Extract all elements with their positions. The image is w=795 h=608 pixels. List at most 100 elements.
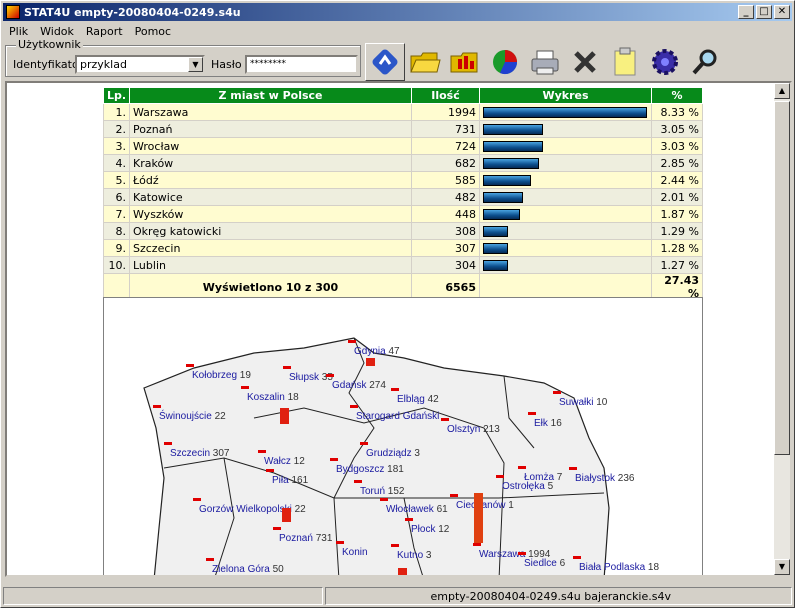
- table-row[interactable]: 7. Wyszków 448 1.87 %: [103, 205, 703, 223]
- settings-button[interactable]: [645, 43, 685, 81]
- map-city-label[interactable]: Biała Podlaska 18: [579, 562, 659, 573]
- map-marker[interactable]: [569, 467, 577, 470]
- id-combobox[interactable]: przyklad ▼: [75, 55, 205, 74]
- map-city-label[interactable]: Konin: [342, 547, 368, 558]
- map-city-label[interactable]: Poznań 731: [279, 533, 333, 544]
- print-button[interactable]: [525, 43, 565, 81]
- map-marker[interactable]: [266, 469, 274, 472]
- scroll-up-button[interactable]: ▲: [774, 83, 790, 99]
- map-marker[interactable]: [518, 466, 526, 469]
- menu-raport[interactable]: Raport: [80, 23, 129, 41]
- vertical-scrollbar[interactable]: ▲ ▼: [774, 83, 790, 575]
- header-percent[interactable]: %: [651, 87, 703, 104]
- chevron-down-icon[interactable]: ▼: [188, 57, 203, 72]
- map-marker[interactable]: [391, 544, 399, 547]
- report-view[interactable]: Lp. Z miast w Polsce Ilość Wykres % 1. Wa…: [5, 81, 792, 577]
- map-marker[interactable]: [206, 558, 214, 561]
- map-city-label[interactable]: Piła 161: [272, 475, 309, 486]
- map-city-label[interactable]: Suwałki 10: [559, 397, 608, 408]
- map-marker[interactable]: [283, 366, 291, 369]
- map-marker[interactable]: [336, 541, 344, 544]
- map-city-label[interactable]: Płock 12: [411, 524, 450, 535]
- map-city-label[interactable]: Białystok 236: [575, 473, 635, 484]
- table-row[interactable]: 8. Okręg katowicki 308 1.29 %: [103, 222, 703, 240]
- map-city-label[interactable]: Słupsk 35: [289, 372, 333, 383]
- maximize-button[interactable]: □: [756, 5, 772, 19]
- map-city-label[interactable]: Gdynia 47: [354, 346, 400, 357]
- map-marker[interactable]: [391, 388, 399, 391]
- search-button[interactable]: [685, 43, 725, 81]
- map-city-label[interactable]: Siedlce 6: [524, 558, 566, 569]
- map-city-label[interactable]: Włocławek 61: [386, 504, 448, 515]
- table-row[interactable]: 3. Wrocław 724 3.03 %: [103, 137, 703, 155]
- poland-map[interactable]: Gdynia 47 Kołobrzeg 19 Słupsk 35 Gdańsk 274…: [103, 297, 703, 575]
- open-button[interactable]: [405, 43, 445, 81]
- map-marker[interactable]: [164, 442, 172, 445]
- map-marker[interactable]: [350, 405, 358, 408]
- map-marker[interactable]: [186, 364, 194, 367]
- map-city-label[interactable]: Ostrołęka 5: [502, 481, 554, 492]
- password-field[interactable]: ********: [245, 55, 358, 74]
- header-lp[interactable]: Lp.: [103, 87, 130, 104]
- map-marker[interactable]: [354, 480, 362, 483]
- map-city-label[interactable]: Ełk 16: [534, 418, 562, 429]
- map-marker[interactable]: [553, 391, 561, 394]
- map-marker[interactable]: [496, 475, 504, 478]
- map-city-label[interactable]: Szczecin 307: [170, 448, 230, 459]
- table-row[interactable]: 6. Katowice 482 2.01 %: [103, 188, 703, 206]
- scroll-down-button[interactable]: ▼: [774, 559, 790, 575]
- menu-pomoc[interactable]: Pomoc: [129, 23, 177, 41]
- map-city-label[interactable]: Koszalin 18: [247, 392, 299, 403]
- map-marker[interactable]: [380, 498, 388, 501]
- map-marker[interactable]: [518, 552, 526, 555]
- map-city-label[interactable]: Grudziądz 3: [366, 448, 420, 459]
- scroll-thumb[interactable]: [774, 101, 790, 455]
- table-row[interactable]: 1. Warszawa 1994 8.33 %: [103, 103, 703, 121]
- open-report-button[interactable]: [445, 43, 485, 81]
- map-marker[interactable]: [573, 556, 581, 559]
- map-city-label[interactable]: Świnoujście 22: [159, 409, 226, 422]
- map-marker[interactable]: [241, 386, 249, 389]
- refresh-button[interactable]: [365, 43, 405, 81]
- map-marker[interactable]: [473, 543, 481, 546]
- map-marker[interactable]: [360, 442, 368, 445]
- map-city-label[interactable]: Olsztyn 213: [447, 424, 500, 435]
- map-marker[interactable]: [153, 405, 161, 408]
- map-city-label[interactable]: Starogard Gdański: [356, 411, 439, 422]
- map-marker[interactable]: [258, 450, 266, 453]
- table-row[interactable]: 9. Szczecin 307 1.28 %: [103, 239, 703, 257]
- minimize-button[interactable]: _: [738, 5, 754, 19]
- map-city-label[interactable]: Bydgoszcz 181: [336, 464, 404, 475]
- map-marker[interactable]: [405, 518, 413, 521]
- header-chart[interactable]: Wykres: [479, 87, 652, 104]
- map-city-label[interactable]: Wałcz 12: [264, 456, 305, 467]
- close-button[interactable]: ✕: [774, 5, 790, 19]
- map-marker[interactable]: [441, 418, 449, 421]
- table-row[interactable]: 4. Kraków 682 2.85 %: [103, 154, 703, 172]
- title-bar[interactable]: STAT4U empty-20080404-0249.s4u _ □ ✕: [3, 3, 792, 21]
- table-row[interactable]: 10. Lublin 304 1.27 %: [103, 256, 703, 274]
- map-city-label[interactable]: Kołobrzeg 19: [192, 370, 251, 381]
- header-count[interactable]: Ilość: [411, 87, 480, 104]
- map-city-label[interactable]: Zielona Góra 50: [212, 564, 284, 575]
- map-marker[interactable]: [348, 340, 356, 343]
- map-value-column: [282, 508, 291, 522]
- map-marker[interactable]: [273, 527, 281, 530]
- map-city-label[interactable]: Gdańsk 274: [332, 380, 386, 391]
- map-city-label[interactable]: Kutno 3: [397, 550, 432, 561]
- chart-button[interactable]: [485, 43, 525, 81]
- header-city[interactable]: Z miast w Polsce: [129, 87, 412, 104]
- map-marker[interactable]: [193, 498, 201, 501]
- horizontal-scrollbar[interactable]: [3, 577, 792, 585]
- table-row[interactable]: 2. Poznań 731 3.05 %: [103, 120, 703, 138]
- map-marker[interactable]: [326, 374, 334, 377]
- table-row[interactable]: 5. Łódź 585 2.44 %: [103, 171, 703, 189]
- map-marker[interactable]: [330, 458, 338, 461]
- map-marker[interactable]: [450, 494, 458, 497]
- clipboard-button[interactable]: [605, 43, 645, 81]
- map-city-label[interactable]: Toruń 152: [360, 486, 405, 497]
- delete-button[interactable]: [565, 43, 605, 81]
- map-city-label[interactable]: Elbląg 42: [397, 394, 439, 405]
- map-marker[interactable]: [528, 412, 536, 415]
- map-city-label[interactable]: Ciechanów 1: [456, 500, 514, 511]
